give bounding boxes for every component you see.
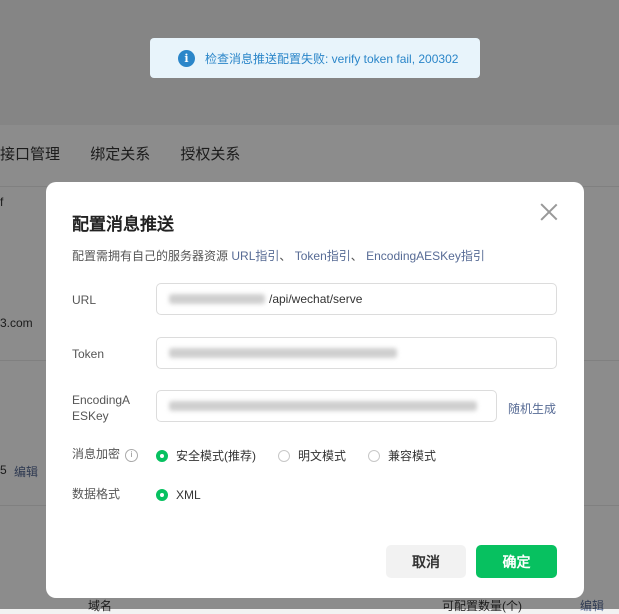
url-value: /api/wechat/serve <box>269 292 363 306</box>
format-label: 数据格式 <box>72 487 121 501</box>
cancel-button[interactable]: 取消 <box>386 545 466 578</box>
radio-label: XML <box>176 488 201 502</box>
redacted-text <box>169 348 397 358</box>
radio-xml[interactable]: XML <box>156 488 201 502</box>
radio-checked-icon <box>156 449 168 462</box>
radio-checked-icon <box>156 489 168 501</box>
close-icon[interactable] <box>540 202 558 220</box>
format-radio-group: XML <box>156 488 223 502</box>
confirm-button[interactable]: 确定 <box>476 545 557 578</box>
radio-unchecked-icon <box>278 449 290 462</box>
radio-label: 明文模式 <box>298 449 347 463</box>
error-toast: i 检查消息推送配置失败: verify token fail, 200302 <box>150 38 480 78</box>
aeskey-label-line1: EncodingA <box>72 393 131 407</box>
aeskey-label: EncodingA ESKey <box>72 392 130 424</box>
token-input[interactable] <box>156 337 557 369</box>
radio-safe-mode[interactable]: 安全模式(推荐) <box>156 447 256 464</box>
aeskey-guide-link[interactable]: EncodingAESKey指引 <box>366 249 485 263</box>
toast-message: 检查消息推送配置失败: verify token fail, 200302 <box>205 51 459 66</box>
aeskey-label-line2: ESKey <box>72 409 109 423</box>
url-guide-link[interactable]: URL指引 <box>231 249 279 263</box>
encrypt-radio-group: 安全模式(推荐) 明文模式 兼容模式 <box>156 447 458 464</box>
token-guide-link[interactable]: Token指引 <box>295 249 351 263</box>
redacted-text <box>169 294 265 304</box>
separator: 、 <box>279 249 292 263</box>
separator: 、 <box>350 249 363 263</box>
encrypt-label: 消息加密 i <box>72 446 139 462</box>
url-label: URL <box>72 293 97 307</box>
radio-label: 兼容模式 <box>388 449 437 463</box>
dialog-description: 配置需拥有自己的服务器资源 URL指引、 Token指引、 EncodingAE… <box>72 247 485 264</box>
dialog-title: 配置消息推送 <box>72 215 174 234</box>
info-icon: i <box>178 49 195 67</box>
message-push-dialog: 配置消息推送 配置需拥有自己的服务器资源 URL指引、 Token指引、 Enc… <box>46 182 584 598</box>
radio-plain-mode[interactable]: 明文模式 <box>278 447 346 464</box>
random-generate-link[interactable]: 随机生成 <box>508 400 556 417</box>
radio-compatible-mode[interactable]: 兼容模式 <box>368 447 436 464</box>
radio-label: 安全模式(推荐) <box>176 449 256 463</box>
aeskey-input[interactable] <box>156 390 497 422</box>
url-input[interactable]: /api/wechat/serve <box>156 283 557 315</box>
redacted-text <box>169 401 477 411</box>
token-label: Token <box>72 347 105 361</box>
help-icon[interactable]: i <box>125 448 139 462</box>
desc-text: 配置需拥有自己的服务器资源 <box>72 249 229 263</box>
radio-unchecked-icon <box>368 449 381 462</box>
encrypt-label-text: 消息加密 <box>72 447 121 461</box>
